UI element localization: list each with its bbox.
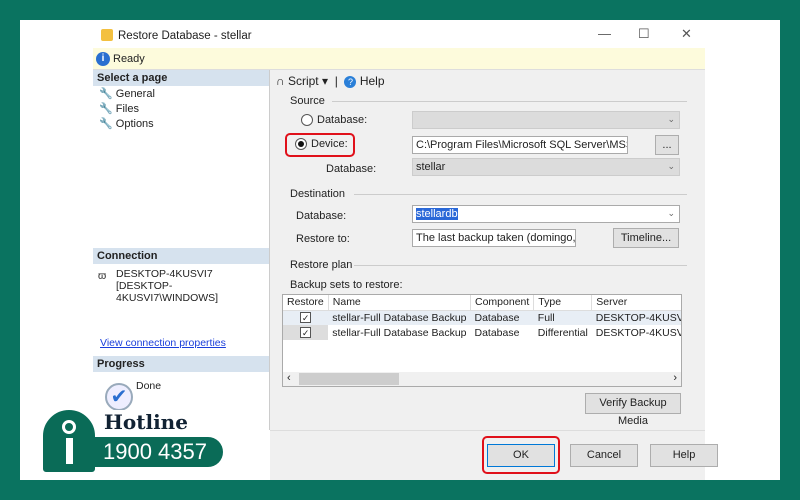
status-text: Ready [113, 53, 145, 65]
page-label: Options [115, 118, 154, 130]
table-row[interactable]: ✓ stellar-Full Database Backup Database … [283, 310, 681, 325]
cell-type: Differential [537, 326, 588, 339]
destination-database-label: Database: [296, 210, 347, 222]
window-title: Restore Database - stellar [118, 30, 252, 42]
source-database-dropdown[interactable]: stellar ⌄ [412, 158, 680, 176]
connection-icon: ϖ [98, 270, 107, 282]
info-icon: i [96, 52, 110, 66]
connection-server: DESKTOP-4KUSVI7 [116, 268, 213, 280]
connection-info: ϖ DESKTOP-4KUSVI7 [DESKTOP-4KUSVI7\WINDO… [98, 268, 269, 304]
help-toolbar-button[interactable]: ? Help [344, 74, 385, 88]
source-database-value: stellar [416, 161, 446, 173]
chevron-down-icon: ⌄ [667, 114, 675, 124]
destination-database-combo[interactable]: stellardb ⌄ [412, 205, 680, 223]
source-database-label: Database: [326, 163, 377, 175]
page-files[interactable]: 🔧 Files [93, 101, 269, 116]
hotline-label: Hotline [100, 410, 188, 436]
cell-server: DESKTOP-4KUSVI7 [595, 326, 681, 339]
wrench-icon: 🔧 [99, 118, 113, 130]
destination-database-value: stellardb [416, 208, 458, 220]
script-button[interactable]: ∩ Script ▾ [276, 74, 328, 88]
database-radio[interactable] [301, 114, 313, 126]
backup-sets-label: Backup sets to restore: [290, 279, 403, 291]
progress-header: Progress [93, 356, 269, 372]
source-header: Source [290, 95, 325, 107]
chevron-down-icon: ⌄ [667, 208, 675, 218]
minimize-button[interactable]: — [598, 26, 611, 41]
restore-to-label: Restore to: [296, 233, 350, 245]
backup-sets-grid: Restore Name Component Type Server D ✓ s… [282, 294, 682, 387]
connection-user: [DESKTOP-4KUSVI7\WINDOWS] [116, 280, 219, 304]
done-check-icon: ✔ [105, 383, 133, 411]
device-radio-label: Device: [311, 138, 348, 150]
connection-header: Connection [93, 248, 269, 264]
restore-checkbox[interactable]: ✓ [300, 326, 312, 338]
restore-to-input[interactable]: The last backup taken (domingo, 2 de a [412, 229, 576, 247]
ok-button[interactable]: OK [487, 444, 555, 467]
page-label: Files [115, 103, 139, 115]
restore-checkbox[interactable]: ✓ [300, 311, 312, 323]
title-bar: Restore Database - stellar — ☐ ✕ [93, 22, 705, 48]
cancel-button[interactable]: Cancel [570, 444, 638, 467]
general-page: ∩ Script ▾ | ? Help Source Database: ⌄ D… [270, 70, 705, 430]
column-type[interactable]: Type [533, 295, 593, 311]
divider [354, 265, 687, 266]
page-label: General [115, 88, 155, 100]
destination-header: Destination [290, 188, 346, 200]
scroll-right-icon[interactable]: › [673, 372, 677, 384]
hotline-number: 1900 4357 [95, 437, 223, 467]
cell-name: stellar-Full Database Backup [332, 326, 467, 339]
select-page-header: Select a page [93, 70, 269, 86]
verify-backup-media-button[interactable]: Verify Backup Media [585, 393, 681, 427]
page-selector-panel: Select a page 🔧 General 🔧 Files 🔧 Option… [93, 70, 270, 430]
progress-status: Done [136, 380, 162, 392]
help-icon: ? [344, 76, 357, 88]
scroll-left-icon[interactable]: ‹ [287, 372, 291, 384]
column-restore[interactable]: Restore [283, 295, 329, 311]
app-icon [101, 29, 113, 41]
scrollbar-thumb[interactable] [299, 373, 399, 385]
script-label: Script [287, 74, 319, 88]
close-button[interactable]: ✕ [681, 26, 692, 42]
dialog-button-bar: OK Cancel Help [270, 430, 718, 480]
view-connection-properties-link[interactable]: View connection properties [100, 337, 226, 349]
divider [332, 101, 687, 102]
status-bar: i Ready [93, 48, 705, 70]
cell-component: Database [474, 311, 520, 324]
toolbar: ∩ Script ▾ | ? Help [276, 74, 385, 88]
cell-component: Database [474, 326, 520, 339]
dropdown-arrow-icon[interactable]: ▾ [322, 74, 328, 88]
script-icon: ∩ [276, 74, 285, 88]
decor-line [20, 33, 80, 34]
grid-header: Restore Name Component Type Server D [283, 295, 681, 311]
cell-server: DESKTOP-4KUSVI7 [595, 311, 681, 324]
device-radio[interactable] [295, 138, 307, 150]
wrench-icon: 🔧 [99, 88, 113, 100]
decor-line [700, 33, 780, 34]
hotline-logo-icon [40, 407, 98, 475]
horizontal-scrollbar[interactable]: ‹ › [283, 372, 681, 386]
help-button[interactable]: Help [650, 444, 718, 467]
device-path-input[interactable]: C:\Program Files\Microsoft SQL Server\MS… [412, 136, 628, 154]
source-database-select[interactable]: ⌄ [412, 111, 680, 129]
chevron-down-icon: ⌄ [667, 161, 675, 171]
database-radio-label: Database: [317, 114, 368, 126]
maximize-button[interactable]: ☐ [638, 26, 650, 42]
column-server[interactable]: Server [591, 295, 681, 311]
restore-plan-header: Restore plan [290, 259, 353, 271]
column-component[interactable]: Component [470, 295, 535, 311]
page-options[interactable]: 🔧 Options [93, 116, 269, 131]
cell-type: Full [537, 311, 555, 324]
wrench-icon: 🔧 [99, 103, 113, 115]
cell-name: stellar-Full Database Backup [332, 311, 467, 324]
page-general[interactable]: 🔧 General [93, 86, 269, 101]
timeline-button[interactable]: Timeline... [613, 228, 679, 248]
help-label: Help [359, 74, 385, 88]
column-name[interactable]: Name [328, 295, 472, 311]
divider [354, 194, 687, 195]
table-row[interactable]: ✓ stellar-Full Database Backup Database … [283, 325, 681, 340]
browse-button[interactable]: ... [655, 135, 679, 155]
